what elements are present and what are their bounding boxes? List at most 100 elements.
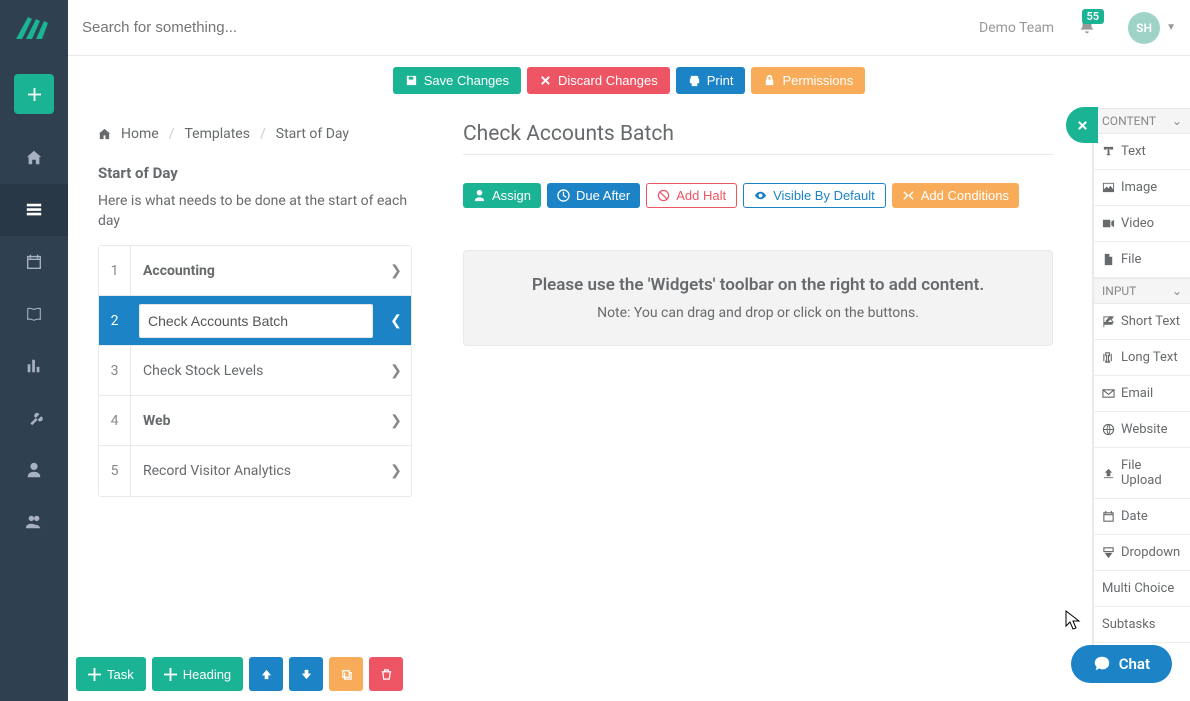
video-icon [1102,217,1115,230]
home-icon [98,128,111,141]
task-item-2[interactable]: 2❮ [99,296,411,346]
widget-label: Text [1121,144,1146,159]
task-title-input[interactable] [139,304,373,338]
print-label: Print [707,73,734,88]
sidebar-nav [0,0,68,701]
task-item-1[interactable]: 1Accounting❯ [99,246,411,296]
topbar: Demo Team 55 SH ▼ [68,0,1190,56]
task-num: 2 [99,296,131,345]
conditions-button[interactable]: Add Conditions [892,183,1019,208]
add-halt-button[interactable]: Add Halt [646,183,737,208]
widget-label: Date [1121,509,1148,524]
task-num: 1 [99,246,131,295]
dropdown-icon [1102,546,1115,559]
widget-website[interactable]: Website [1094,412,1190,448]
move-up-button[interactable] [249,657,283,691]
text-icon [1102,145,1115,158]
nav-book[interactable] [0,288,68,340]
widget-text[interactable]: Text [1094,134,1190,170]
nav-user[interactable] [0,444,68,496]
assign-button[interactable]: Assign [463,183,541,208]
website-icon [1102,423,1115,436]
search-input[interactable] [82,19,979,36]
task-label: Record Visitor Analytics [131,463,381,479]
widget-label: Short Text [1121,314,1180,329]
app-logo[interactable] [0,0,68,56]
widget-dropdown[interactable]: Dropdown [1094,535,1190,571]
delete-button[interactable] [369,657,403,691]
due-after-button[interactable]: Due After [547,183,640,208]
task-num: 3 [99,346,131,395]
chevron-down-icon: ⌄ [1172,284,1182,298]
date-icon [1102,510,1115,523]
drop-main-text: Please use the 'Widgets' toolbar on the … [484,275,1032,295]
task-panel: Start of Day Here is what needs to be do… [98,152,412,497]
nav-users[interactable] [0,496,68,548]
content-drop-zone[interactable]: Please use the 'Widgets' toolbar on the … [463,250,1053,346]
widget-section-input[interactable]: INPUT⌄ [1094,278,1190,304]
save-button[interactable]: Save Changes [393,67,521,94]
notifications[interactable]: 55 [1078,17,1096,38]
nav-settings[interactable] [0,392,68,444]
widget-label: Video [1121,216,1154,231]
chevron-right-icon: ❯ [381,413,411,429]
avatar[interactable]: SH [1128,12,1160,44]
user-menu-caret[interactable]: ▼ [1166,22,1176,33]
task-item-3[interactable]: 3Check Stock Levels❯ [99,346,411,396]
chevron-down-icon: ⌄ [1172,114,1182,128]
breadcrumb-current: Start of Day [276,126,349,142]
nav-home[interactable] [0,132,68,184]
bottom-bar: Task Heading [76,657,403,691]
breadcrumb-templates[interactable]: Templates [184,126,250,142]
detail-title: Check Accounts Batch [463,122,1053,146]
move-down-button[interactable] [289,657,323,691]
task-label: Accounting [131,263,381,279]
widget-video[interactable]: Video [1094,206,1190,242]
widget-label: File [1121,252,1141,267]
save-label: Save Changes [424,73,509,88]
chevron-right-icon: ❯ [381,463,411,479]
widget-email[interactable]: Email [1094,376,1190,412]
breadcrumb: Home / Templates / Start of Day [98,126,349,142]
discard-label: Discard Changes [558,73,658,88]
widget-file-upload[interactable]: File Upload [1094,448,1190,499]
widget-long-text[interactable]: Long Text [1094,340,1190,376]
widget-short-text[interactable]: Short Text [1094,304,1190,340]
nav-templates[interactable] [0,184,68,236]
task-item-4[interactable]: 4Web❯ [99,396,411,446]
widget-file[interactable]: File [1094,242,1190,278]
breadcrumb-home[interactable]: Home [121,126,159,142]
widget-label: Email [1121,386,1153,401]
chevron-right-icon: ❯ [381,363,411,379]
print-button[interactable]: Print [676,67,746,94]
add-button[interactable] [14,74,54,114]
widget-multi-choice[interactable]: Multi Choice [1094,571,1190,607]
widget-section-content[interactable]: CONTENT⌄ [1094,108,1190,134]
task-item-5[interactable]: 5Record Visitor Analytics❯ [99,446,411,496]
file-icon [1102,253,1115,266]
widgets-close-button[interactable] [1066,107,1098,143]
nav-calendar[interactable] [0,236,68,288]
discard-button[interactable]: Discard Changes [527,67,670,94]
file-upload-icon [1102,467,1115,480]
add-task-button[interactable]: Task [76,657,146,691]
team-name[interactable]: Demo Team [979,20,1054,36]
main: Home / Templates / Start of Day Start of… [68,98,1190,701]
widget-image[interactable]: Image [1094,170,1190,206]
widget-label: File Upload [1121,458,1182,488]
permissions-button[interactable]: Permissions [751,67,865,94]
page-toolbar: Save Changes Discard Changes Print Permi… [68,58,1190,98]
task-num: 5 [99,446,131,496]
duplicate-button[interactable] [329,657,363,691]
visible-button[interactable]: Visible By Default [743,183,886,208]
chat-button[interactable]: Chat [1071,645,1172,683]
nav-reports[interactable] [0,340,68,392]
chat-icon [1093,655,1111,673]
image-icon [1102,181,1115,194]
widget-label: Dropdown [1121,545,1180,560]
widget-date[interactable]: Date [1094,499,1190,535]
widget-subtasks[interactable]: Subtasks [1094,607,1190,643]
add-heading-button[interactable]: Heading [152,657,243,691]
notification-count: 55 [1082,9,1105,24]
widget-label: Long Text [1121,350,1178,365]
